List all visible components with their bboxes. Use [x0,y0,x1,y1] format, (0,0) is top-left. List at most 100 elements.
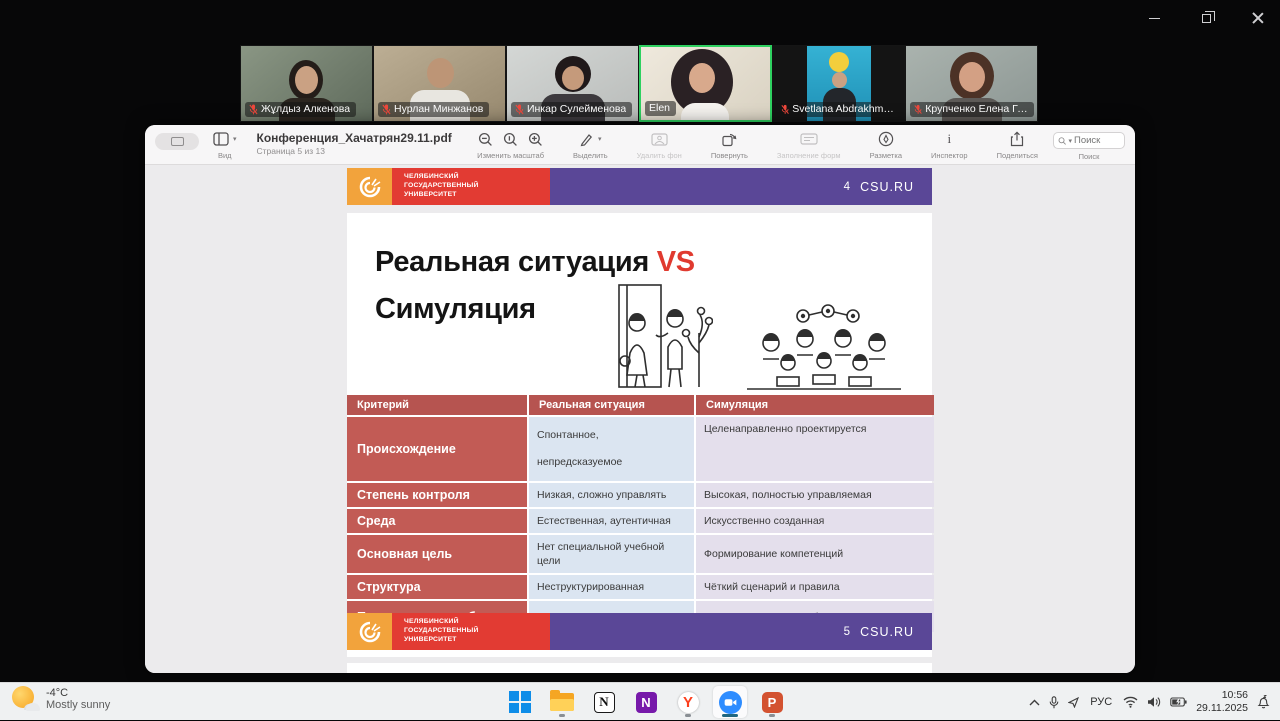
wifi-button[interactable] [1123,696,1138,708]
running-indicator [685,714,691,717]
weather-widget[interactable]: -4°C Mostly sunny [12,686,110,712]
notifications-button[interactable] [1257,695,1270,709]
restore-icon [1202,14,1211,23]
slide4-fragment: ЧЕЛЯБИНСКИЙ ГОСУДАРСТВЕННЫЙ УНИВЕРСИТЕТ … [347,168,932,205]
tray-time: 10:56 [1196,689,1248,702]
avatar [427,58,454,88]
table-row-criterion: Среда [347,509,527,533]
sidebar-icon [213,132,229,146]
markup-button[interactable]: Разметка [870,130,902,160]
highlight-pen-icon [579,132,594,147]
fill-form-icon [800,133,818,145]
zoom-actual-icon[interactable] [503,132,518,147]
slide4-footer: ЧЕЛЯБИНСКИЙ ГОСУДАРСТВЕННЫЙ УНИВЕРСИТЕТ … [347,168,932,205]
screenshare-pill[interactable] [155,133,199,150]
tool-label: Инспектор [931,151,968,160]
mic-icon [1049,696,1059,709]
avatar-face [562,66,584,90]
file-explorer-icon [550,693,574,711]
university-logo [347,613,392,650]
participant-nametag: Жұлдыз Алкенова [245,102,356,117]
zoom-app-button[interactable] [713,686,747,718]
university-logo [347,168,392,205]
university-site: CSU.RU [860,625,914,639]
table-row-criterion: Структура [347,575,527,599]
video-tile[interactable]: Инкар Сулейменова [506,45,639,122]
zoom-group-label: Изменить масштаб [477,151,544,160]
slide5: Реальная ситуация VS Симуляция [347,213,932,657]
zoom-out-icon[interactable] [478,132,493,147]
document-title: Конференция_Хачатрян29.11.pdf [257,131,452,145]
weather-icon [12,686,38,712]
participant-nametag: Elen [645,101,676,116]
video-tile[interactable]: Svetlana Abdrakhman... [772,45,905,122]
battery-button[interactable] [1170,697,1187,707]
running-indicator [769,714,775,717]
university-site: CSU.RU [860,180,914,194]
zoom-controls: Изменить масштаб [477,130,544,160]
running-indicator [559,714,565,717]
table-cell-real: Спонтанное, непредсказуемое [529,417,694,481]
tray-location-button[interactable] [1068,697,1079,708]
rotate-icon [721,132,737,147]
video-tile[interactable]: Крупченко Елена Ген... [905,45,1038,122]
notion-button[interactable]: N [587,686,621,718]
participant-name: Elen [649,102,670,114]
share-icon [1010,131,1024,147]
slide-page-number: 4 [844,181,850,193]
video-tile-active-speaker[interactable]: Elen [639,45,772,122]
file-explorer-button[interactable] [545,686,579,718]
tool-label: Разметка [870,151,902,160]
powerpoint-button[interactable]: P [755,686,789,718]
participant-name: Svetlana Abdrakhman... [792,103,895,115]
onenote-button[interactable]: N [629,686,663,718]
chevron-up-icon [1029,699,1040,706]
tray-expand-button[interactable] [1029,699,1040,706]
tool-label: Выделить [573,151,608,160]
inspector-button[interactable]: i Инспектор [931,130,968,160]
participant-name: Крупченко Елена Ген... [925,103,1028,115]
start-button[interactable] [503,686,537,718]
volume-icon [1147,696,1161,708]
language-indicator[interactable]: РУС [1088,696,1114,708]
view-label: Вид [218,151,232,160]
slide6-fragment [347,663,932,673]
restore-button[interactable] [1192,6,1220,30]
table-row-criterion: Основная цель [347,535,527,573]
slide5-footer: ЧЕЛЯБИНСКИЙ ГОСУДАРСТВЕННЫЙ УНИВЕРСИТЕТ … [347,613,932,650]
table-cell-real: Низкая, сложно управлять [529,483,694,507]
zoom-in-icon[interactable] [528,132,543,147]
doorway-illustration [575,281,713,391]
table-cell-sim: Искусственно созданная [696,509,934,533]
search-field[interactable]: ▾ [1053,132,1125,149]
rotate-button[interactable]: Повернуть [711,130,748,160]
tray-date: 29.11.2025 [1196,702,1248,715]
chevron-down-icon: ▾ [1068,137,1072,145]
yandex-browser-button[interactable]: Y [671,686,705,718]
highlight-button[interactable]: ▾ Выделить [573,130,608,160]
page-status: Страница 5 из 13 [257,146,452,156]
chevron-down-icon: ▾ [233,135,237,143]
video-tile[interactable]: Жұлдыз Алкенова [240,45,373,122]
tray-mic-button[interactable] [1049,696,1059,709]
minimize-button[interactable] [1140,6,1168,30]
muted-mic-icon [249,104,258,115]
view-menu[interactable]: ▾ Вид [213,130,237,160]
pdf-toolbar: ▾ Вид Конференция_Хачатрян29.11.pdf Стра… [145,125,1135,165]
pdf-content-area[interactable]: ЧЕЛЯБИНСКИЙ ГОСУДАРСТВЕННЫЙ УНИВЕРСИТЕТ … [145,165,1135,673]
close-button[interactable] [1244,6,1272,30]
video-tile[interactable]: Нурлан Минжанов [373,45,506,122]
search-input[interactable] [1074,135,1120,146]
table-cell-real: Неструктурированная [529,575,694,599]
volume-button[interactable] [1147,696,1161,708]
table-cell-sim: Формирование компетенций [696,535,934,573]
table-cell-real: Естественная, аутентичная [529,509,694,533]
pdf-viewer-window: ▾ Вид Конференция_Хачатрян29.11.pdf Стра… [145,125,1135,673]
avatar-face [689,63,715,93]
clock[interactable]: 10:56 29.11.2025 [1196,689,1248,715]
document-title-block: Конференция_Хачатрян29.11.pdf Страница 5… [257,131,452,156]
slide-title-part1: Реальная ситуация [375,246,657,278]
tool-label: Удалить фон [637,151,682,160]
share-button[interactable]: Поделиться [997,130,1038,160]
participant-name: Жұлдыз Алкенова [261,103,350,115]
